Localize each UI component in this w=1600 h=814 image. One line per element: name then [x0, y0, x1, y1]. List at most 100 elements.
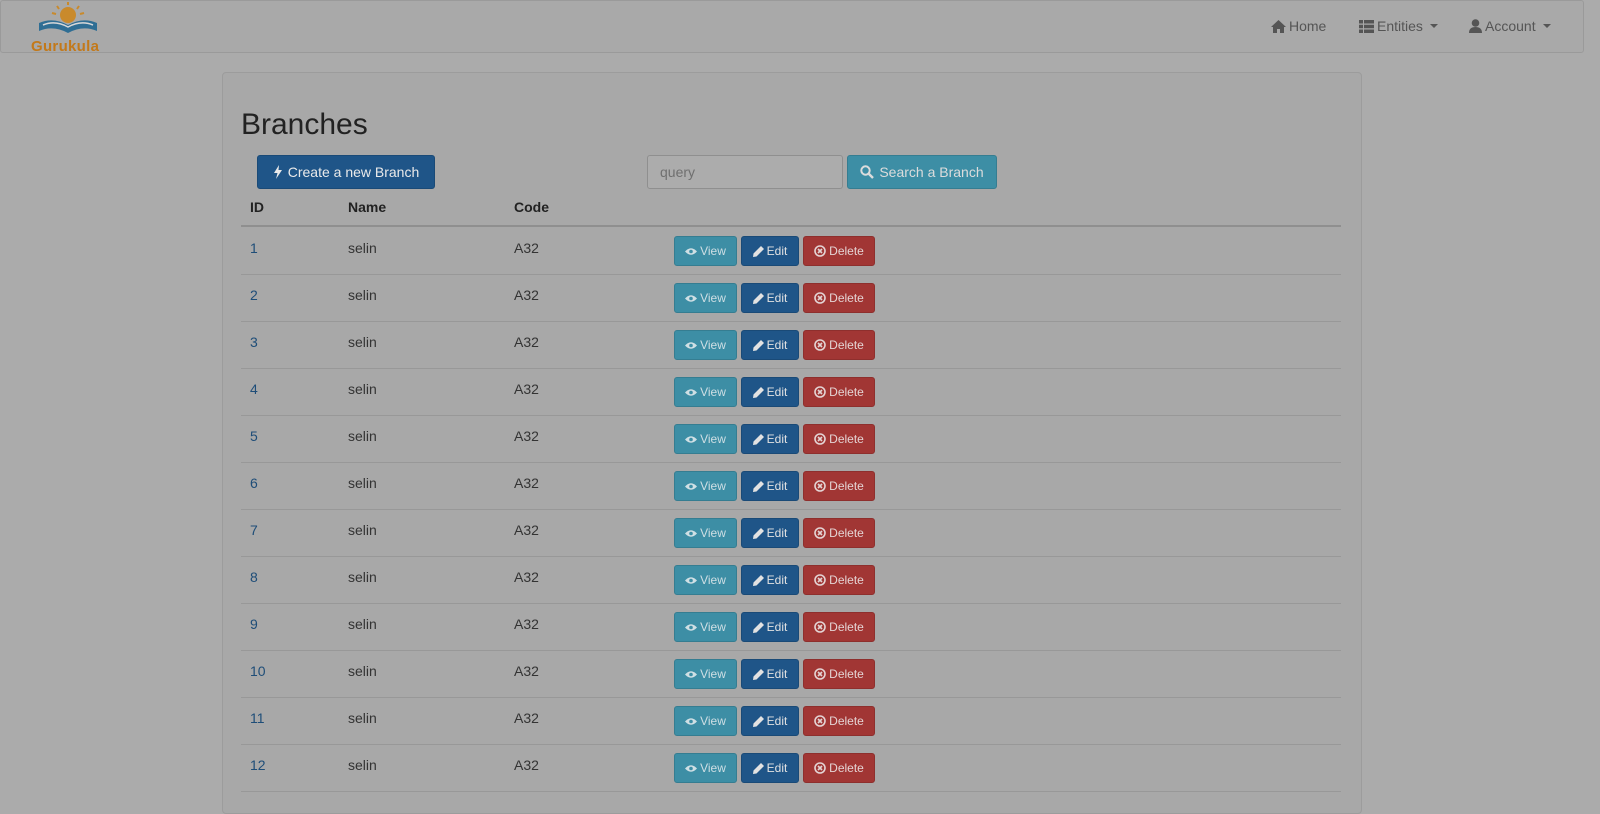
- pencil-icon: [752, 527, 764, 539]
- navbar: Gurukula Home Entities Account: [0, 0, 1584, 55]
- view-button[interactable]: View: [674, 612, 737, 642]
- edit-label: Edit: [766, 432, 788, 446]
- view-button[interactable]: View: [674, 377, 737, 407]
- column-header-id: ID: [250, 199, 264, 215]
- view-label: View: [700, 385, 726, 399]
- delete-button[interactable]: Delete: [803, 612, 875, 642]
- table-row: 7 selin A32 View Edit Delete: [241, 509, 1341, 557]
- delete-label: Delete: [829, 432, 864, 446]
- eye-icon: [685, 764, 698, 773]
- branch-id-link[interactable]: 2: [250, 287, 258, 303]
- edit-button[interactable]: Edit: [741, 659, 799, 689]
- edit-button[interactable]: Edit: [741, 518, 799, 548]
- table-row: 6 selin A32 View Edit Delete: [241, 462, 1341, 510]
- table-row: 9 selin A32 View Edit Delete: [241, 603, 1341, 651]
- brand-logo[interactable]: Gurukula: [27, 1, 109, 55]
- delete-label: Delete: [829, 338, 864, 352]
- table-row: 2 selin A32 View Edit Delete: [241, 274, 1341, 322]
- delete-label: Delete: [829, 479, 864, 493]
- edit-label: Edit: [766, 385, 788, 399]
- branch-id-link[interactable]: 1: [250, 240, 258, 256]
- create-branch-label: Create a new Branch: [287, 164, 420, 180]
- branch-id-link[interactable]: 4: [250, 381, 258, 397]
- branch-code: A32: [514, 710, 539, 726]
- branch-id-link[interactable]: 8: [250, 569, 258, 585]
- delete-button[interactable]: Delete: [803, 753, 875, 783]
- search-input[interactable]: [647, 155, 843, 189]
- view-button[interactable]: View: [674, 753, 737, 783]
- branch-id-link[interactable]: 3: [250, 334, 258, 350]
- edit-button[interactable]: Edit: [741, 330, 799, 360]
- search-icon: [860, 165, 875, 179]
- edit-label: Edit: [766, 526, 788, 540]
- branch-code: A32: [514, 240, 539, 256]
- delete-button[interactable]: Delete: [803, 377, 875, 407]
- delete-label: Delete: [829, 714, 864, 728]
- nav-entities-dropdown[interactable]: Entities: [1359, 18, 1438, 34]
- edit-button[interactable]: Edit: [741, 236, 799, 266]
- view-button[interactable]: View: [674, 518, 737, 548]
- edit-button[interactable]: Edit: [741, 612, 799, 642]
- view-button[interactable]: View: [674, 330, 737, 360]
- edit-button[interactable]: Edit: [741, 377, 799, 407]
- view-label: View: [700, 667, 726, 681]
- delete-button[interactable]: Delete: [803, 706, 875, 736]
- edit-button[interactable]: Edit: [741, 471, 799, 501]
- branch-id-link[interactable]: 9: [250, 616, 258, 632]
- pencil-icon: [752, 480, 764, 492]
- eye-icon: [685, 482, 698, 491]
- branch-code: A32: [514, 381, 539, 397]
- branch-name: selin: [348, 287, 377, 303]
- branch-id-link[interactable]: 10: [250, 663, 266, 679]
- delete-label: Delete: [829, 291, 864, 305]
- view-button[interactable]: View: [674, 283, 737, 313]
- view-button[interactable]: View: [674, 236, 737, 266]
- delete-button[interactable]: Delete: [803, 424, 875, 454]
- remove-circle-icon: [814, 433, 826, 445]
- pencil-icon: [752, 339, 764, 351]
- nav-account-dropdown[interactable]: Account: [1469, 18, 1551, 34]
- branch-name: selin: [348, 428, 377, 444]
- user-icon: [1469, 19, 1482, 33]
- view-button[interactable]: View: [674, 424, 737, 454]
- branch-id-link[interactable]: 5: [250, 428, 258, 444]
- edit-button[interactable]: Edit: [741, 424, 799, 454]
- view-label: View: [700, 291, 726, 305]
- branch-id-link[interactable]: 7: [250, 522, 258, 538]
- edit-button[interactable]: Edit: [741, 283, 799, 313]
- view-label: View: [700, 761, 726, 775]
- create-branch-button[interactable]: Create a new Branch: [257, 155, 435, 189]
- nav-home[interactable]: Home: [1271, 18, 1326, 34]
- edit-label: Edit: [766, 479, 788, 493]
- delete-button[interactable]: Delete: [803, 471, 875, 501]
- edit-button[interactable]: Edit: [741, 706, 799, 736]
- view-label: View: [700, 432, 726, 446]
- eye-icon: [685, 294, 698, 303]
- branch-code: A32: [514, 569, 539, 585]
- delete-label: Delete: [829, 244, 864, 258]
- delete-button[interactable]: Delete: [803, 518, 875, 548]
- remove-circle-icon: [814, 574, 826, 586]
- view-button[interactable]: View: [674, 565, 737, 595]
- delete-button[interactable]: Delete: [803, 659, 875, 689]
- pencil-icon: [752, 386, 764, 398]
- search-branch-button[interactable]: Search a Branch: [847, 155, 997, 189]
- eye-icon: [685, 247, 698, 256]
- delete-button[interactable]: Delete: [803, 330, 875, 360]
- delete-button[interactable]: Delete: [803, 565, 875, 595]
- branch-id-link[interactable]: 11: [250, 710, 265, 726]
- branch-id-link[interactable]: 12: [250, 757, 266, 773]
- branch-name: selin: [348, 569, 377, 585]
- edit-button[interactable]: Edit: [741, 753, 799, 783]
- eye-icon: [685, 717, 698, 726]
- delete-button[interactable]: Delete: [803, 283, 875, 313]
- view-button[interactable]: View: [674, 471, 737, 501]
- view-button[interactable]: View: [674, 659, 737, 689]
- edit-button[interactable]: Edit: [741, 565, 799, 595]
- delete-button[interactable]: Delete: [803, 236, 875, 266]
- eye-icon: [685, 670, 698, 679]
- branch-id-link[interactable]: 6: [250, 475, 258, 491]
- pencil-icon: [752, 762, 764, 774]
- branch-code: A32: [514, 663, 539, 679]
- view-button[interactable]: View: [674, 706, 737, 736]
